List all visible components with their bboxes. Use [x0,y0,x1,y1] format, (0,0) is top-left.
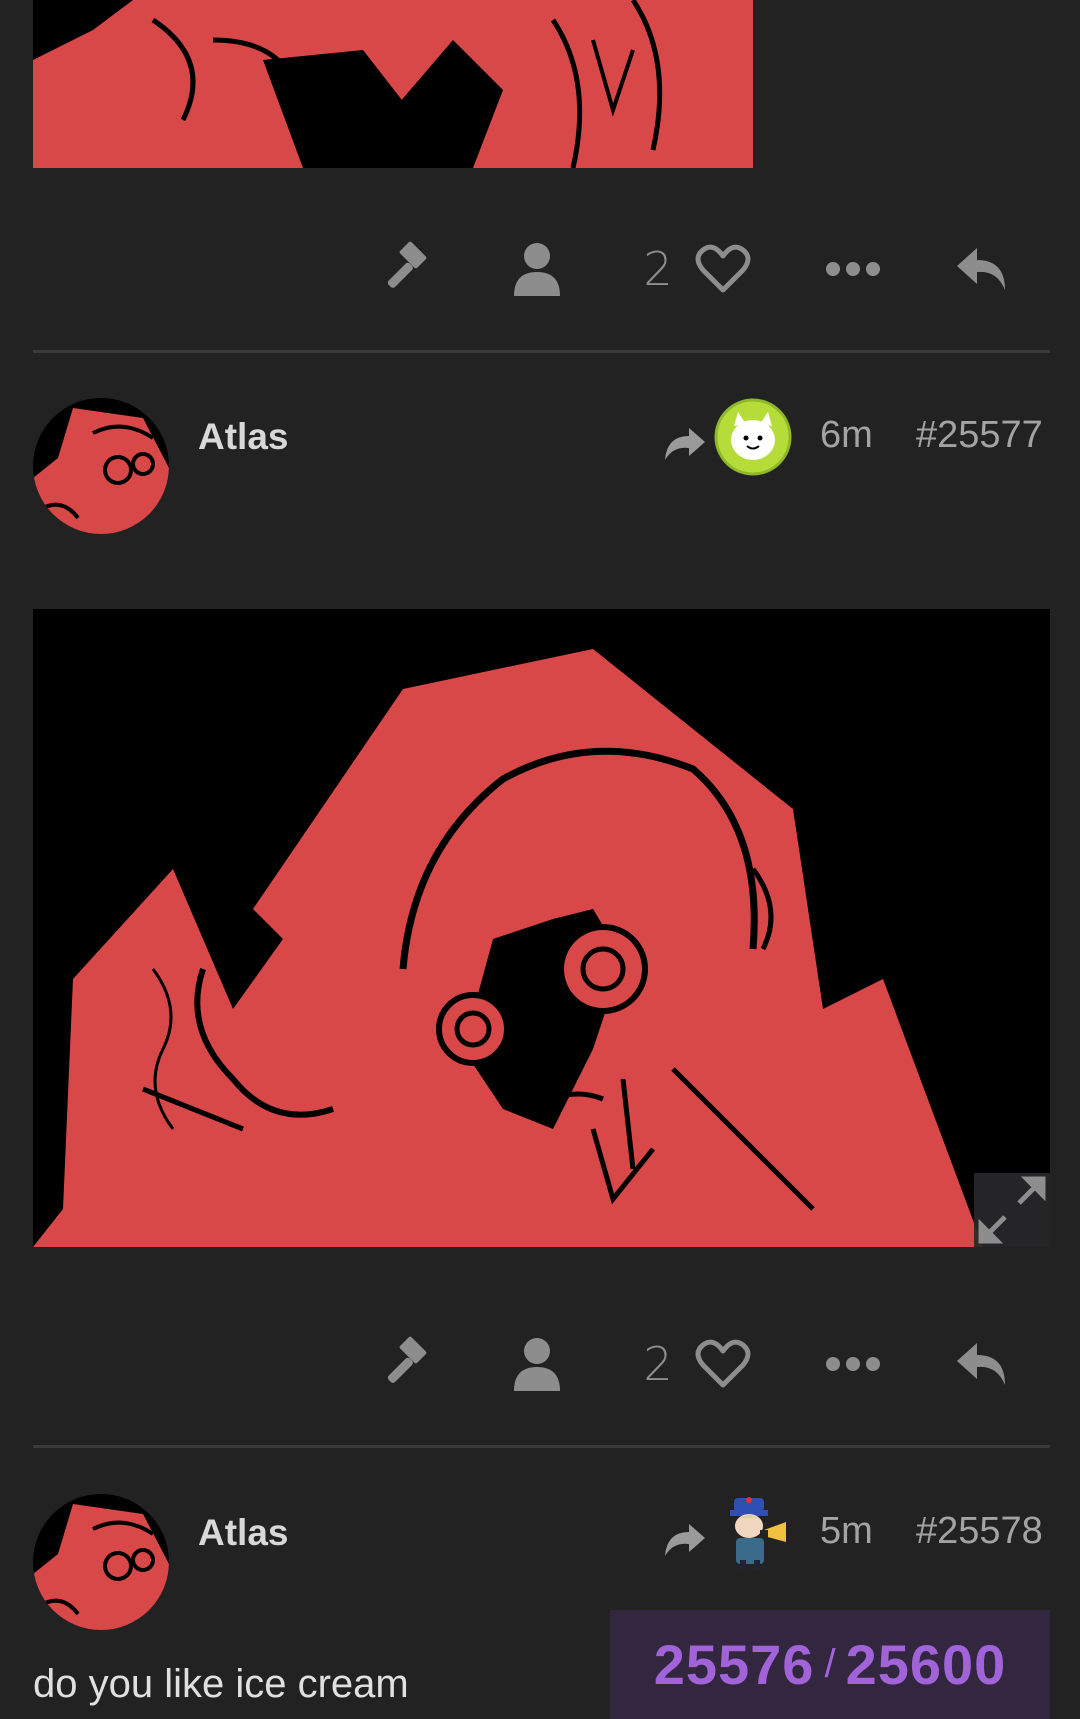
post-time: 6m [820,414,873,456]
expand-image-button[interactable] [974,1173,1050,1247]
post-image-previous[interactable] [33,0,753,168]
user-icon [514,243,560,296]
expand-icon [978,1176,1046,1244]
more-button[interactable] [820,1329,886,1399]
post-number[interactable]: #25577 [916,414,1043,457]
reply-button[interactable] [950,234,1016,304]
thread-progress-indicator[interactable]: 25576 / 25600 [610,1610,1050,1719]
heart-icon [695,244,751,293]
like-count: 2 [630,1329,686,1399]
post-divider [33,1445,1050,1448]
avatar[interactable] [33,398,169,534]
reply-to-indicator[interactable] [663,1522,707,1563]
post-header: Atlas 6m #25577 [0,398,1080,538]
moderate-button[interactable] [370,234,444,304]
gavel-icon [387,1336,427,1383]
username[interactable]: Atlas [198,416,288,458]
like-count-text: 2 [643,1337,673,1391]
reply-to-avatar[interactable] [714,1494,792,1572]
profile-button[interactable] [500,1329,574,1399]
post-actions: 2 [370,1329,1020,1399]
reply-icon [957,1343,1005,1385]
like-count-text: 2 [643,242,673,296]
thread-page: 2 Atlas 6m #25577 2 Atlas 5m #25578 do y… [0,0,1080,1719]
heart-icon [695,1339,751,1388]
post-divider [33,350,1050,353]
like-count: 2 [630,234,686,304]
gavel-icon [387,241,427,288]
post-body-text: do you like ice cream [33,1662,409,1706]
progress-separator: / [824,1642,836,1686]
cat-avatar-icon [714,398,792,476]
character-avatar-icon [730,1497,786,1570]
reply-button[interactable] [950,1329,1016,1399]
progress-total: 25600 [845,1633,1007,1696]
moderate-button[interactable] [370,1329,444,1399]
post-image[interactable] [33,609,1050,1247]
ellipsis-icon [826,262,880,276]
reply-icon [957,248,1005,290]
post-number[interactable]: #25578 [916,1510,1043,1553]
reply-to-avatar[interactable] [714,398,792,476]
like-button[interactable] [690,1329,756,1399]
avatar-illustration [33,408,169,534]
avatar-illustration [33,1504,169,1630]
ellipsis-icon [826,1357,880,1371]
reply-arrow-icon [665,1524,705,1556]
user-icon [514,1338,560,1391]
progress-current: 25576 [653,1633,815,1696]
reply-arrow-icon [665,428,705,460]
reply-to-indicator[interactable] [663,426,707,467]
more-button[interactable] [820,234,886,304]
profile-button[interactable] [500,234,574,304]
like-button[interactable] [690,234,756,304]
illustration-crop [33,0,753,168]
avatar[interactable] [33,1494,169,1630]
post-actions: 2 [370,234,1020,304]
illustration [33,649,983,1247]
username[interactable]: Atlas [198,1512,288,1554]
post-time: 5m [820,1510,873,1552]
